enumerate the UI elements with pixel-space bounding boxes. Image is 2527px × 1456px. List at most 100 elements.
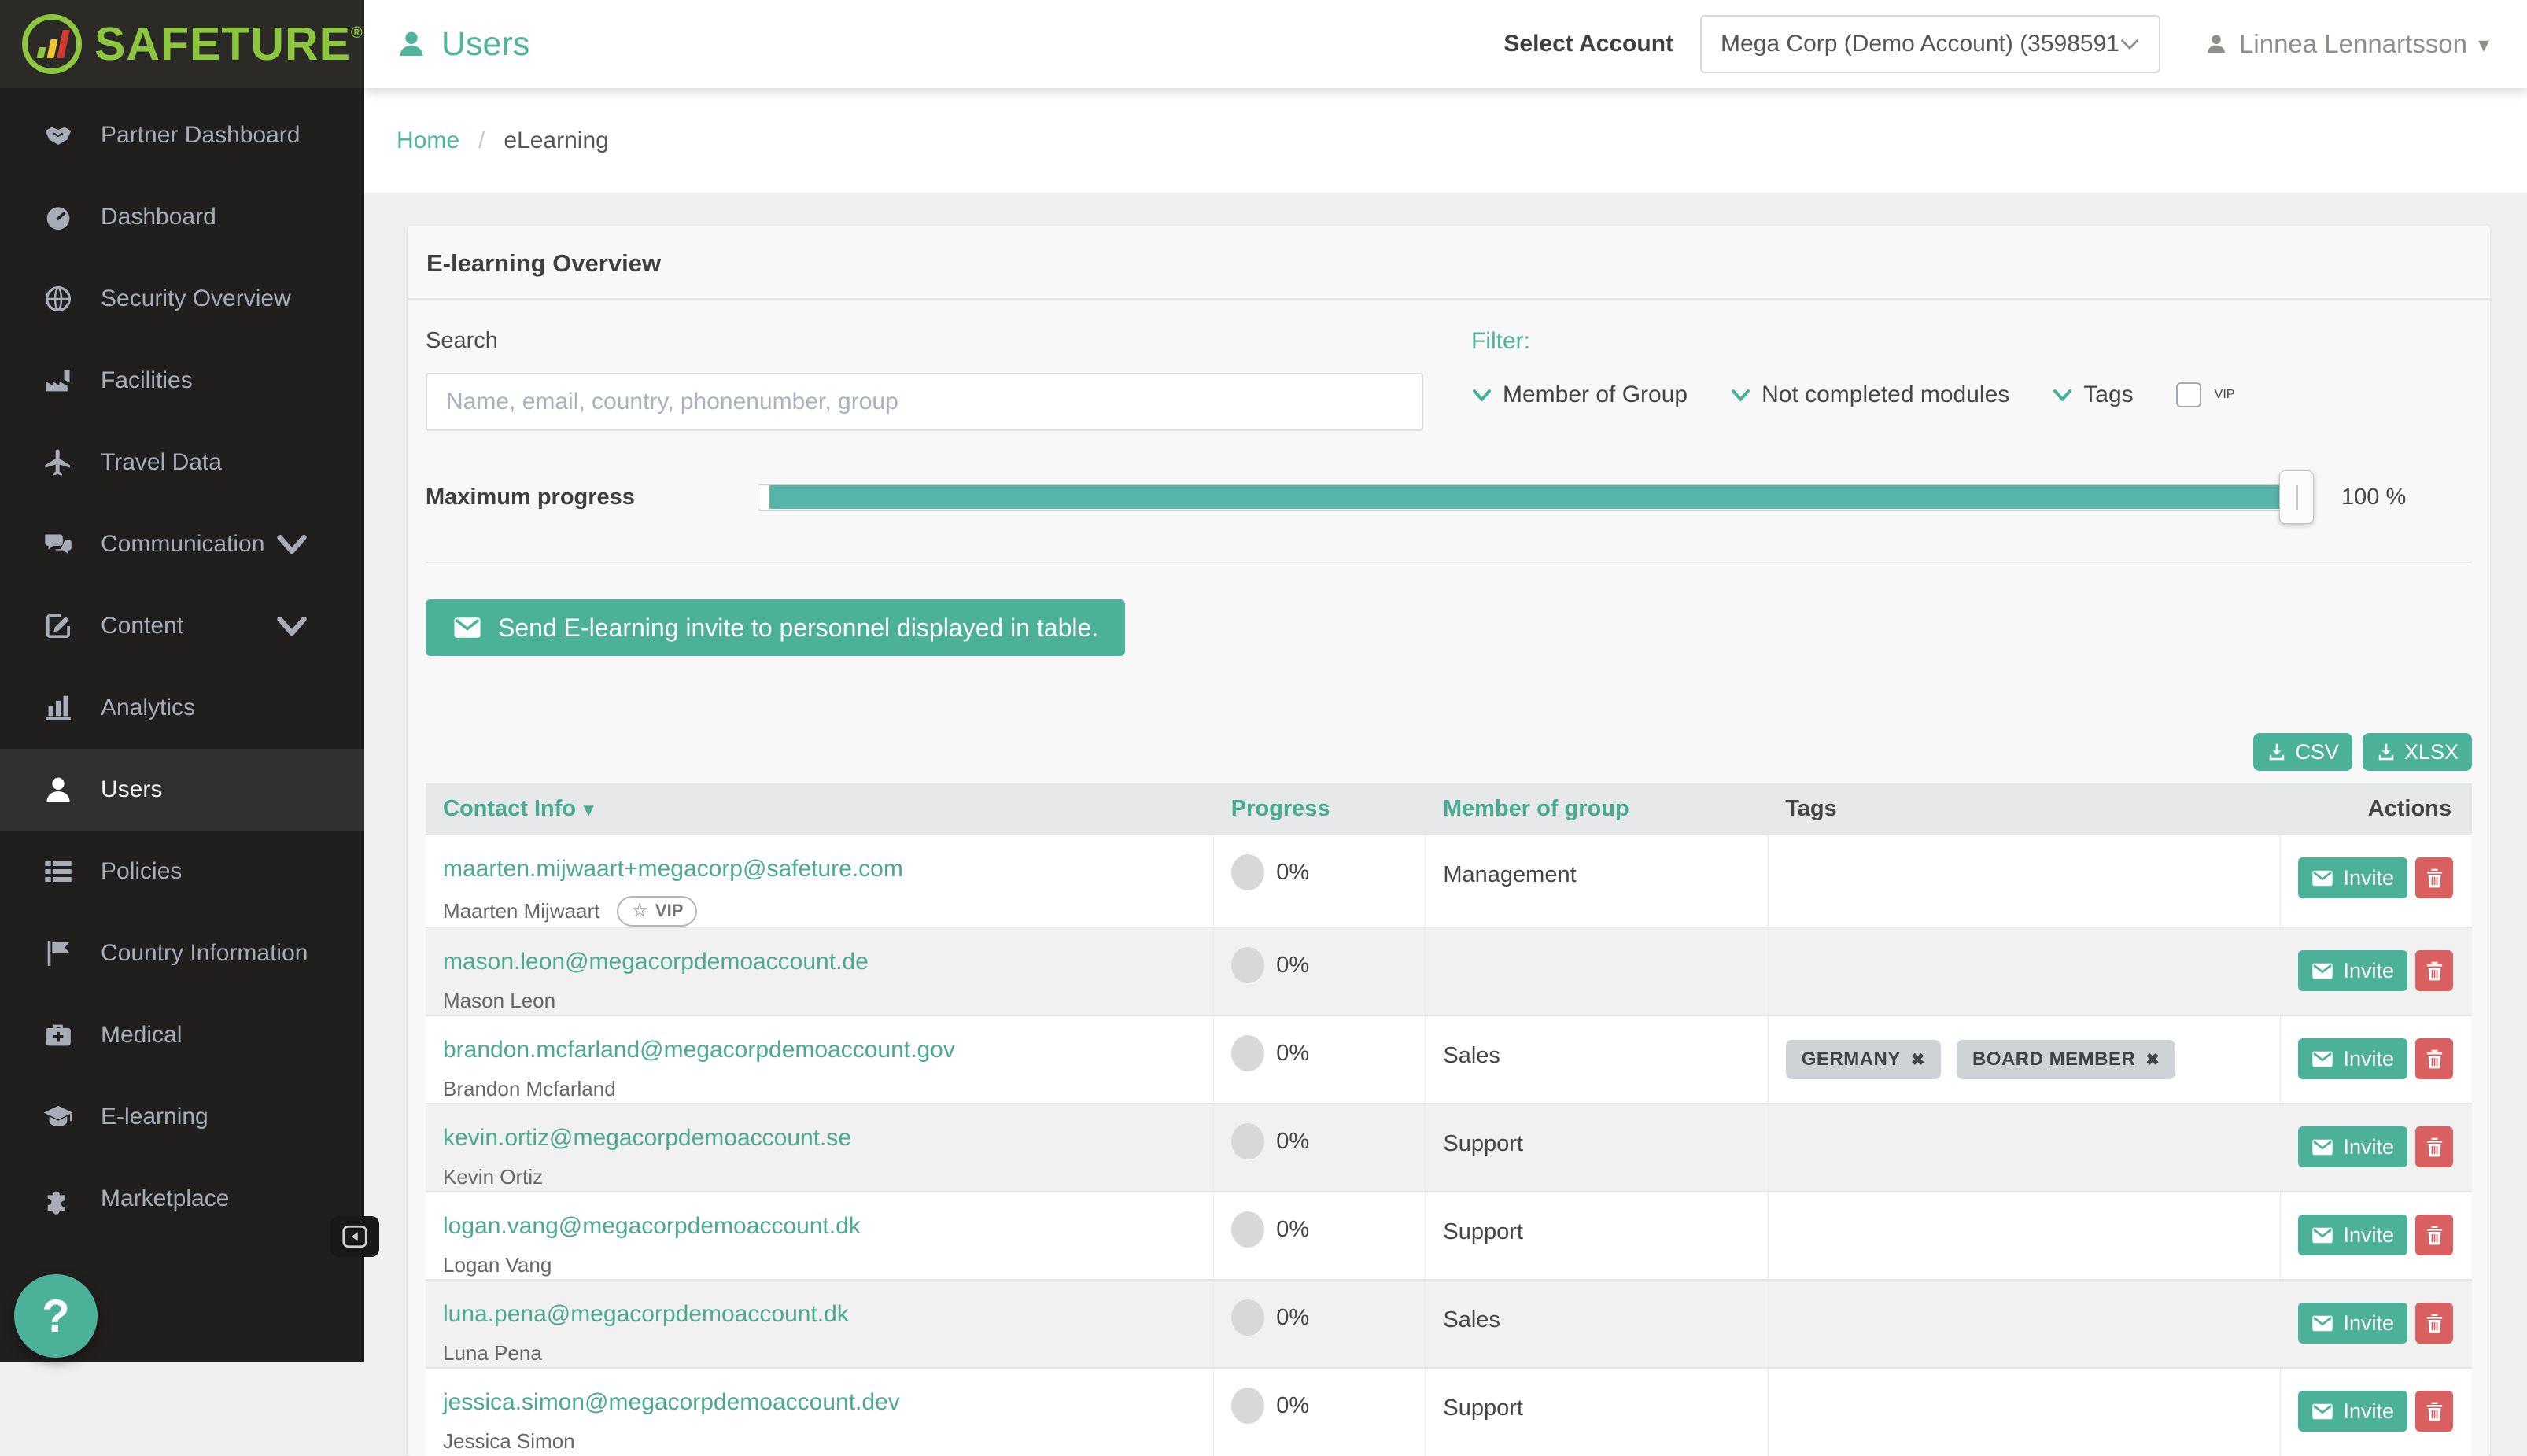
group-cell: Support: [1426, 1368, 1768, 1456]
delete-user-button[interactable]: [2415, 1303, 2453, 1344]
tags-cell: [1768, 1192, 2281, 1280]
brand-name: SAFETURE®: [94, 21, 363, 68]
delete-user-button[interactable]: [2415, 1038, 2453, 1079]
export-csv-button[interactable]: CSV: [2253, 733, 2352, 771]
invite-button[interactable]: Invite: [2298, 857, 2407, 898]
progress-cell: 0%: [1214, 927, 1426, 1016]
breadcrumb-home-link[interactable]: Home: [397, 127, 459, 154]
chevron-down-icon: [275, 610, 309, 642]
invite-button[interactable]: Invite: [2298, 1126, 2407, 1167]
user-icon: [2204, 31, 2228, 57]
tag-label: BOARD MEMBER: [1972, 1049, 2135, 1071]
sidebar-item-analytics[interactable]: Analytics: [0, 667, 364, 749]
sidebar-item-label: Dashboard: [101, 204, 216, 230]
tags-cell: [1768, 1104, 2281, 1192]
column-progress[interactable]: Progress: [1214, 783, 1426, 835]
column-contact-info[interactable]: Contact Info▾: [426, 783, 1214, 835]
sidebar-item-communication[interactable]: Communication: [0, 503, 364, 585]
group-cell: Sales: [1426, 1016, 1768, 1104]
sidebar-item-country-information[interactable]: Country Information: [0, 912, 364, 994]
filter-label: Filter:: [1471, 328, 2472, 355]
brand-logo[interactable]: SAFETURE®: [0, 0, 364, 88]
table-header-row: Contact Info▾ Progress Member of group T…: [426, 783, 2472, 835]
delete-user-button[interactable]: [2415, 1215, 2453, 1255]
sidebar-item-marketplace[interactable]: Marketplace: [0, 1158, 364, 1240]
column-member-of-group[interactable]: Member of group: [1426, 783, 1768, 835]
slider-handle[interactable]: [2279, 470, 2314, 524]
globe-icon: [41, 283, 76, 315]
progress-cell: 0%: [1214, 1016, 1426, 1104]
sidebar-item-e-learning[interactable]: E-learning: [0, 1076, 364, 1158]
invite-button[interactable]: Invite: [2298, 1215, 2407, 1255]
contact-cell: logan.vang@megacorpdemoaccount.dkLogan V…: [426, 1192, 1214, 1280]
vip-checkbox[interactable]: [2176, 382, 2201, 407]
sidebar-item-medical[interactable]: Medical: [0, 994, 364, 1076]
main-content: Home / eLearning E-learning Overview Sea…: [364, 88, 2527, 1362]
user-menu[interactable]: Linnea Lennartsson ▾: [2204, 29, 2489, 59]
sidebar-item-facilities[interactable]: Facilities: [0, 340, 364, 422]
sidebar-item-label: Facilities: [101, 367, 193, 394]
sidebar-item-security-overview[interactable]: Security Overview: [0, 258, 364, 340]
sidebar-nav: Partner Dashboard Dashboard Security Overv…: [0, 88, 364, 1240]
tag-pill[interactable]: GERMANY✖: [1786, 1040, 1941, 1079]
sidebar-item-dashboard[interactable]: Dashboard: [0, 176, 364, 258]
user-email-link[interactable]: mason.leon@megacorpdemoaccount.de: [443, 949, 1196, 975]
user-email-link[interactable]: brandon.mcfarland@megacorpdemoaccount.go…: [443, 1037, 1196, 1063]
card-body: Search Filter: Member of Group Not compl…: [408, 300, 2490, 1456]
user-email-link[interactable]: maarten.mijwaart+megacorp@safeture.com: [443, 856, 1196, 883]
user-email-link[interactable]: logan.vang@megacorpdemoaccount.dk: [443, 1213, 1196, 1240]
user-email-link[interactable]: jessica.simon@megacorpdemoaccount.dev: [443, 1389, 1196, 1416]
filter-member-of-group[interactable]: Member of Group: [1471, 382, 1688, 408]
user-email-link[interactable]: luna.pena@megacorpdemoaccount.dk: [443, 1301, 1196, 1328]
delete-user-button[interactable]: [2415, 1126, 2453, 1167]
sidebar-item-users[interactable]: Users: [0, 749, 364, 831]
delete-user-button[interactable]: [2415, 1391, 2453, 1432]
delete-user-button[interactable]: [2415, 857, 2453, 898]
progress-value: 0%: [1276, 1393, 1309, 1419]
slider-track[interactable]: [758, 484, 2308, 511]
contact-cell: luna.pena@megacorpdemoaccount.dkLuna Pen…: [426, 1280, 1214, 1368]
remove-tag-icon[interactable]: ✖: [1911, 1050, 1925, 1070]
export-xlsx-button[interactable]: XLSX: [2363, 733, 2472, 771]
actions-cell: Invite: [2281, 927, 2472, 1016]
sidebar-collapse-button[interactable]: [330, 1216, 379, 1257]
sidebar-item-policies[interactable]: Policies: [0, 831, 364, 912]
table-row: mason.leon@megacorpdemoaccount.deMason L…: [426, 927, 2472, 1016]
question-mark-icon: ?: [42, 1290, 69, 1343]
tags-cell: [1768, 1280, 2281, 1368]
vip-filter[interactable]: VIP: [2176, 382, 2235, 407]
sidebar-item-label: Content: [101, 613, 183, 640]
sidebar-item-travel-data[interactable]: Travel Data: [0, 422, 364, 503]
delete-user-button[interactable]: [2415, 950, 2453, 991]
user-name: Brandon Mcfarland: [443, 1077, 616, 1101]
account-select[interactable]: Mega Corp (Demo Account) (3598591): [1700, 15, 2160, 73]
progress-value: 0%: [1276, 1217, 1309, 1243]
remove-tag-icon[interactable]: ✖: [2145, 1050, 2160, 1070]
help-button[interactable]: ?: [14, 1274, 98, 1358]
sidebar-item-label: Security Overview: [101, 286, 291, 312]
max-progress-slider[interactable]: [758, 470, 2308, 524]
column-tags: Tags: [1768, 783, 2281, 835]
filter-not-completed-modules[interactable]: Not completed modules: [1730, 382, 2009, 408]
gauge-icon: [41, 201, 76, 233]
filter-tags[interactable]: Tags: [2052, 382, 2133, 408]
progress-cell: 0%: [1214, 1192, 1426, 1280]
invite-button[interactable]: Invite: [2298, 1038, 2407, 1079]
chevron-down-icon: [2119, 38, 2140, 50]
invite-button[interactable]: Invite: [2298, 1391, 2407, 1432]
search-input[interactable]: [426, 373, 1423, 431]
max-progress-row: Maximum progress 100 %: [426, 470, 2472, 563]
bar-chart-icon: [41, 692, 76, 724]
sidebar-item-partner-dashboard[interactable]: Partner Dashboard: [0, 94, 364, 176]
tag-pill[interactable]: BOARD MEMBER ✖: [1957, 1040, 2175, 1079]
invite-button[interactable]: Invite: [2298, 950, 2407, 991]
sidebar-item-content[interactable]: Content: [0, 585, 364, 667]
progress-cell: 0%: [1214, 1104, 1426, 1192]
table-row: maarten.mijwaart+megacorp@safeture.comMa…: [426, 835, 2472, 927]
sidebar-item-label: Travel Data: [101, 449, 222, 476]
progress-circle: [1231, 947, 1264, 983]
max-progress-label: Maximum progress: [426, 485, 758, 511]
invite-button[interactable]: Invite: [2298, 1303, 2407, 1344]
user-email-link[interactable]: kevin.ortiz@megacorpdemoaccount.se: [443, 1125, 1196, 1152]
send-elearning-invite-button[interactable]: Send E-learning invite to personnel disp…: [426, 599, 1125, 656]
